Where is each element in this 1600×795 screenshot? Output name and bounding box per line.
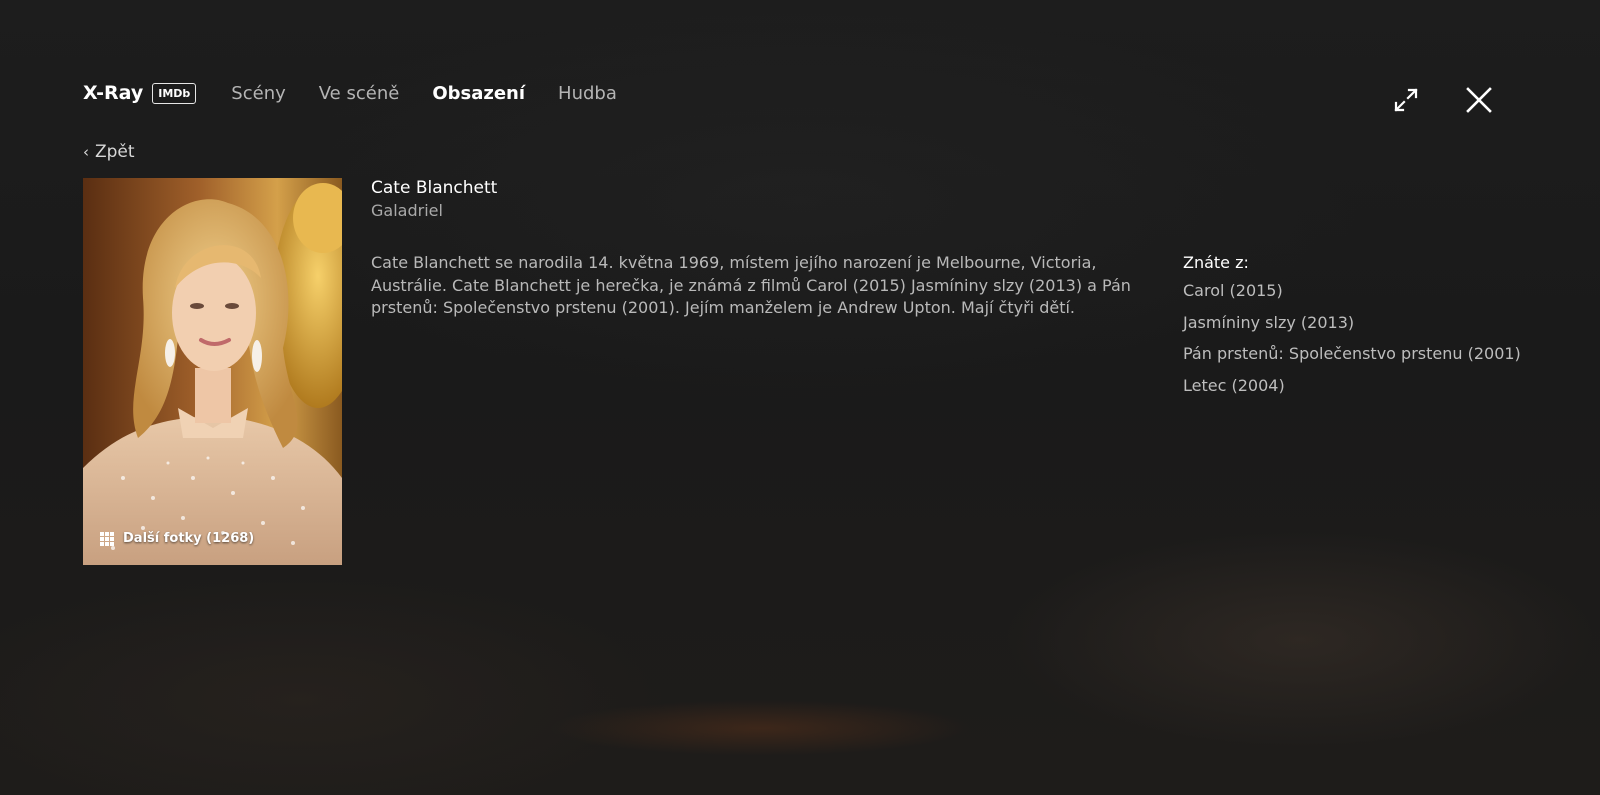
chevron-left-icon: ‹ xyxy=(83,143,89,161)
actor-photo[interactable]: Další fotky (1268) xyxy=(83,178,342,565)
more-photos-label: Další fotky (1268) xyxy=(123,531,255,546)
xray-title: X-Ray xyxy=(83,82,144,104)
known-for-heading: Znáte z: xyxy=(1183,253,1249,272)
tab-music[interactable]: Hudba xyxy=(558,83,617,104)
actor-portrait-image xyxy=(83,178,342,565)
close-x-icon xyxy=(1466,87,1492,113)
imdb-badge: IMDb xyxy=(152,82,197,104)
xray-header: X-Ray IMDb Scény Ve scéně Obsazení Hudba xyxy=(83,76,650,110)
back-link[interactable]: ‹ Zpět xyxy=(83,142,135,162)
xray-tabs: Scény Ve scéně Obsazení Hudba xyxy=(231,83,650,104)
expand-arrows-icon xyxy=(1394,88,1418,112)
close-button[interactable] xyxy=(1464,85,1494,115)
known-for-item[interactable]: Jasmíniny slzy (2013) xyxy=(1183,313,1521,332)
known-for-item[interactable]: Carol (2015) xyxy=(1183,281,1521,300)
tab-scenes[interactable]: Scény xyxy=(231,83,285,104)
known-for-item[interactable]: Letec (2004) xyxy=(1183,376,1521,395)
known-for-section: Znáte z: Carol (2015) Jasmíniny slzy (20… xyxy=(1183,253,1521,407)
tab-cast[interactable]: Obsazení xyxy=(432,83,525,104)
actor-bio: Cate Blanchett se narodila 14. května 19… xyxy=(371,253,1131,317)
grid-icon xyxy=(100,531,114,546)
known-for-list: Carol (2015) Jasmíniny slzy (2013) Pán p… xyxy=(1183,281,1521,395)
known-for-item[interactable]: Pán prstenů: Společenstvo prstenu (2001) xyxy=(1183,344,1521,363)
character-name: Galadriel xyxy=(371,201,443,220)
tab-in-scene[interactable]: Ve scéně xyxy=(319,83,400,104)
xray-panel: X-Ray IMDb Scény Ve scéně Obsazení Hudba xyxy=(0,0,1600,795)
back-label: Zpět xyxy=(95,142,135,162)
more-photos-button[interactable]: Další fotky (1268) xyxy=(100,531,254,546)
expand-button[interactable] xyxy=(1392,86,1420,114)
actor-name: Cate Blanchett xyxy=(371,178,498,198)
